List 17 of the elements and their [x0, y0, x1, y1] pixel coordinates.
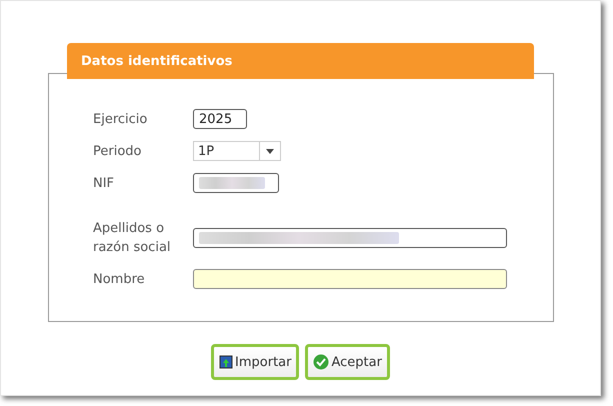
input-field[interactable] — [193, 173, 279, 193]
field-label: NIF — [93, 174, 116, 192]
input-field[interactable] — [193, 228, 507, 248]
input-field[interactable]: 2025 — [193, 109, 247, 129]
import-button[interactable]: Importar — [211, 344, 300, 380]
input-field[interactable] — [193, 269, 507, 289]
field-label: Nombre — [93, 270, 146, 288]
accept-button[interactable]: Aceptar — [305, 344, 390, 380]
redacted-value — [199, 177, 265, 189]
field-label: Apellidos o razón social — [93, 220, 172, 257]
dropdown-arrow-icon — [266, 148, 274, 154]
field-label: Ejercicio — [93, 110, 148, 128]
import-icon — [219, 355, 234, 369]
panel-header: Datos identificativos — [67, 43, 534, 79]
period-select[interactable]: 1P — [193, 141, 281, 161]
check-icon — [313, 354, 330, 370]
field-label: Periodo — [93, 142, 142, 160]
